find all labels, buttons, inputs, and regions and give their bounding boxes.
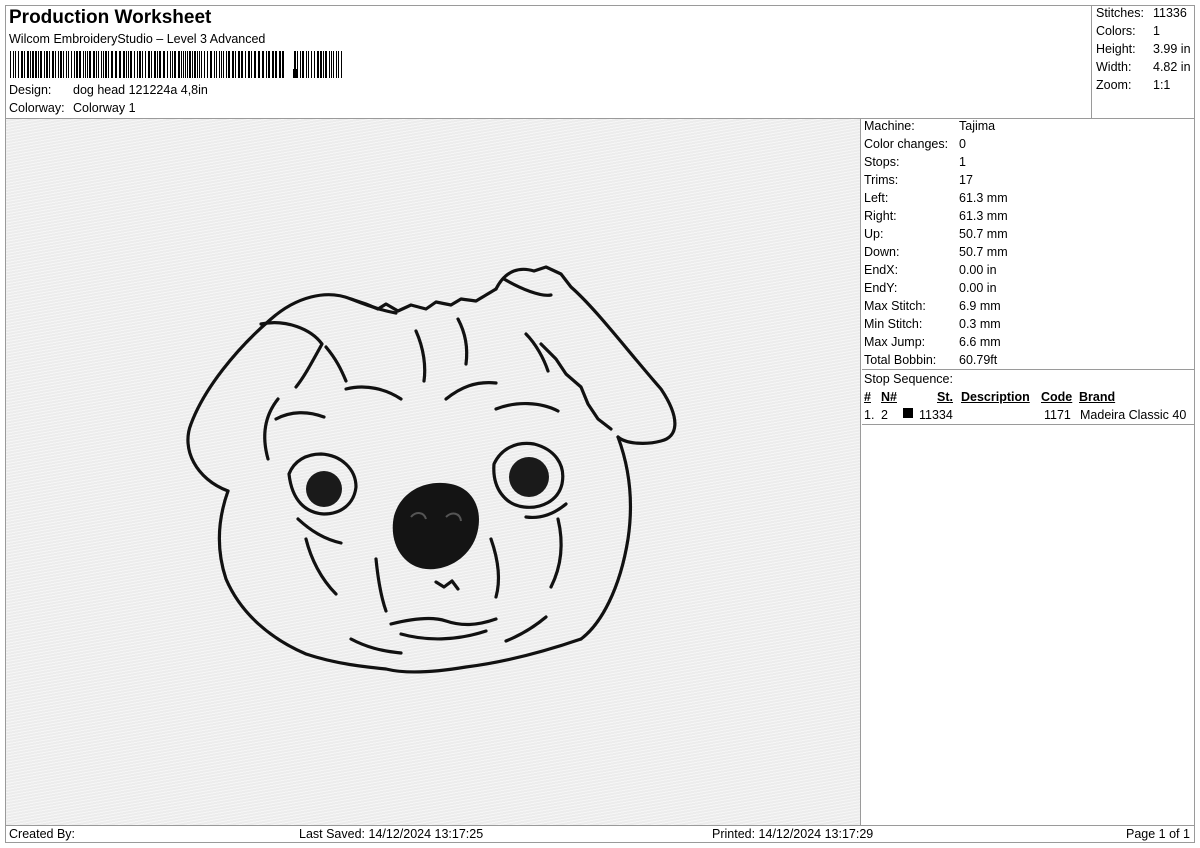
machine-info-value: 50.7 mm (959, 245, 1008, 259)
created-by: Created By: (9, 827, 76, 841)
left-eye (306, 471, 342, 507)
machine-info-value: 61.3 mm (959, 209, 1008, 223)
colorway-label: Colorway: (9, 101, 65, 115)
machine-info-label: EndX: (864, 263, 899, 277)
stitches-label: Stitches: (1096, 6, 1144, 20)
machine-info-value: 61.3 mm (959, 191, 1008, 205)
seq-header-brand: Brand (1079, 390, 1116, 404)
design-value: dog head 121224a 4,8in (73, 83, 208, 97)
machine-info-label: Left: (864, 191, 889, 205)
design-stats-box: Stitches: 11336 Colors: 1 Height: 3.99 in W… (1091, 5, 1195, 118)
width-stat: Width: 4.82 in (1096, 60, 1191, 75)
stitches-stat: Stitches: 11336 (1096, 6, 1187, 21)
height-label: Height: (1096, 42, 1136, 56)
machine-info-label: Stops: (864, 155, 900, 169)
seq-row-needle: 2 (881, 408, 888, 422)
machine-info-row: Color changes: 0 (864, 137, 966, 152)
machine-info-row: Trims: 17 (864, 173, 973, 188)
dog-nose (392, 482, 479, 570)
machine-info-value: 0 (959, 137, 966, 151)
machine-info-row: Left: 61.3 mm (864, 191, 1008, 206)
thread-color-swatch (903, 408, 913, 418)
machine-info-row: Up: 50.7 mm (864, 227, 1008, 242)
seq-row-brand: Madeira Classic 40 (1080, 408, 1187, 422)
machine-info-row: Max Stitch: 6.9 mm (864, 299, 1001, 314)
machine-info-value: 0.00 in (959, 263, 997, 277)
design-label: Design: (9, 83, 52, 97)
stop-sequence-title: Stop Sequence: (864, 372, 953, 386)
page-title: Production Worksheet (9, 7, 212, 28)
last-saved: Last Saved: 14/12/2024 13:17:25 (299, 827, 484, 841)
machine-info-value: 60.79ft (959, 353, 998, 367)
machine-info-label: Down: (864, 245, 900, 259)
zoom-label: Zoom: (1096, 78, 1132, 92)
barcode-image (10, 51, 342, 78)
machine-info-row: EndY: 0.00 in (864, 281, 997, 296)
machine-info-row: Down: 50.7 mm (864, 245, 1008, 260)
machine-info-label: Up: (864, 227, 884, 241)
printed-date: Printed: 14/12/2024 13:17:29 (712, 827, 874, 841)
machine-info-value: Tajima (959, 119, 996, 133)
seq-header-num: # (864, 390, 871, 404)
seq-header-description: Description (961, 390, 1030, 404)
machine-info-value: 0.3 mm (959, 317, 1001, 331)
seq-header-stitches: St. (937, 390, 953, 404)
machine-info-label: Max Jump: (864, 335, 926, 349)
seq-row-num: 1. (864, 408, 875, 422)
machine-info-row: Stops: 1 (864, 155, 966, 170)
stitches-value: 11336 (1153, 6, 1187, 20)
machine-info-label: Right: (864, 209, 897, 223)
machine-info-value: 0.00 in (959, 281, 997, 295)
machine-info-label: Color changes: (864, 137, 949, 151)
right-eye (509, 457, 549, 497)
info-divider (862, 369, 1195, 370)
machine-info-label: Machine: (864, 119, 915, 133)
machine-info-value: 50.7 mm (959, 227, 1008, 241)
machine-info-row: Total Bobbin: 60.79ft (864, 353, 997, 368)
machine-info-row: EndX: 0.00 in (864, 263, 997, 278)
machine-info-value: 17 (959, 173, 973, 187)
zoom-value: 1:1 (1153, 78, 1171, 92)
machine-info-label: Total Bobbin: (864, 353, 937, 367)
colorway-value: Colorway 1 (73, 101, 136, 115)
machine-info-value: 6.9 mm (959, 299, 1001, 313)
page-number: Page 1 of 1 (1126, 827, 1190, 841)
seq-header-needle: N# (881, 390, 897, 404)
pug-outline-strokes (186, 265, 677, 674)
sequence-divider (862, 424, 1195, 425)
design-row: Design: dog head 121224a 4,8in (9, 83, 208, 98)
machine-info-value: 6.6 mm (959, 335, 1001, 349)
width-value: 4.82 in (1153, 60, 1191, 74)
colors-stat: Colors: 1 (1096, 24, 1160, 39)
machine-info-label: Trims: (864, 173, 899, 187)
seq-header-code: Code (1041, 390, 1073, 404)
machine-info-row: Machine: Tajima (864, 119, 995, 134)
zoom-stat: Zoom: 1:1 (1096, 78, 1170, 93)
footer-divider (6, 825, 1194, 826)
design-preview-canvas (6, 119, 861, 825)
machine-info-row: Max Jump: 6.6 mm (864, 335, 1001, 350)
height-stat: Height: 3.99 in (1096, 42, 1191, 57)
machine-info-label: Max Stitch: (864, 299, 926, 313)
height-value: 3.99 in (1153, 42, 1191, 56)
colors-label: Colors: (1096, 24, 1136, 38)
machine-info-label: EndY: (864, 281, 898, 295)
colorway-row: Colorway: Colorway 1 (9, 101, 136, 116)
machine-info-row: Min Stitch: 0.3 mm (864, 317, 1001, 332)
software-subtitle: Wilcom EmbroideryStudio – Level 3 Advanc… (9, 32, 266, 46)
seq-row-stitches: 11334 (919, 408, 953, 422)
machine-info-value: 1 (959, 155, 966, 169)
pug-head-embroidery (186, 265, 677, 674)
machine-info-label: Min Stitch: (864, 317, 923, 331)
colors-value: 1 (1153, 24, 1160, 38)
seq-row-code: 1171 (1044, 408, 1071, 422)
width-label: Width: (1096, 60, 1132, 74)
machine-info-row: Right: 61.3 mm (864, 209, 1008, 224)
